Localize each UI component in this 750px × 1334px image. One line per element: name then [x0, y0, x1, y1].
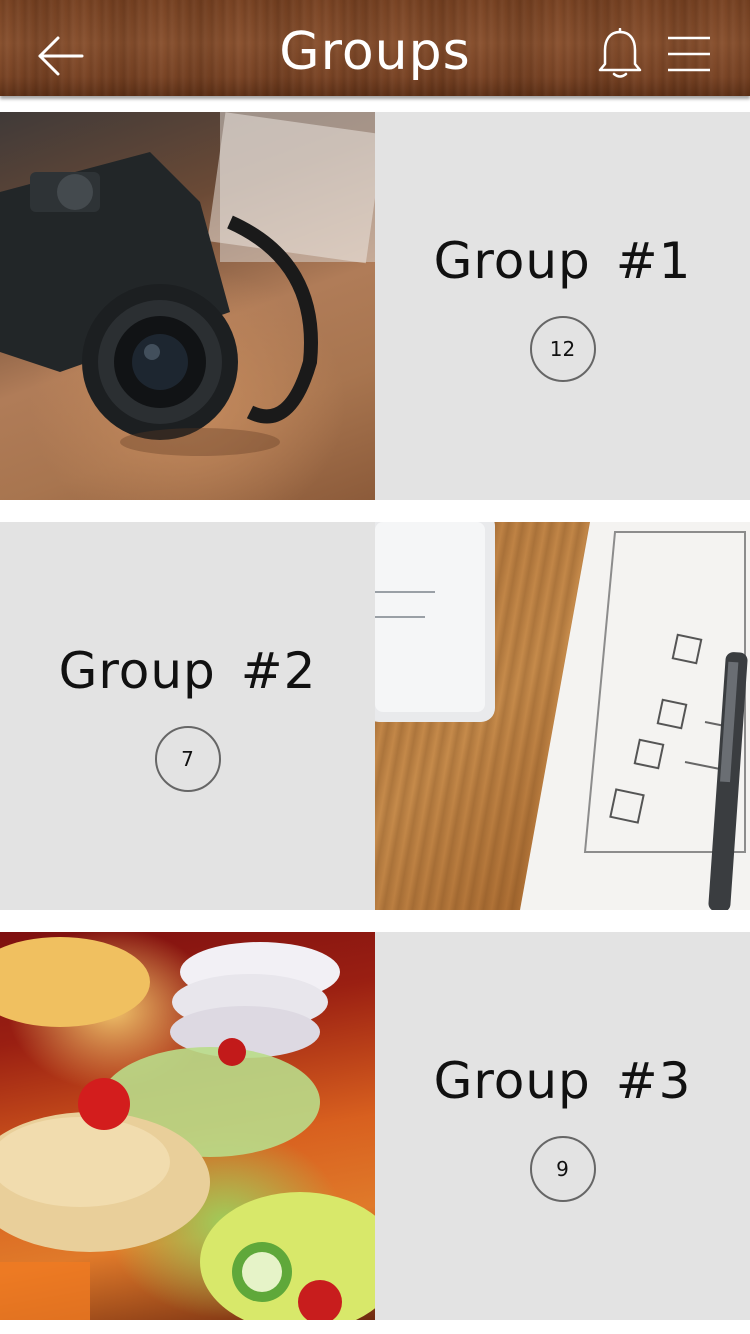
group-photo-camera[interactable] — [0, 112, 375, 500]
app-header: Groups — [0, 0, 750, 96]
hamburger-menu-icon — [668, 36, 710, 72]
group-row: Group #1 12 — [0, 112, 750, 500]
menu-button[interactable] — [664, 34, 712, 74]
camera-photo — [0, 112, 375, 456]
member-count-badge: 9 — [529, 1136, 596, 1202]
sketch-photo — [375, 522, 750, 910]
group-name: Group #3 — [433, 1052, 692, 1110]
group-card-2[interactable]: Group #2 7 — [0, 522, 375, 910]
group-photo-sketch[interactable] — [375, 522, 750, 910]
group-name: Group #1 — [433, 232, 692, 290]
member-count-badge: 12 — [529, 316, 596, 382]
group-row: Group #2 7 — [0, 522, 750, 910]
notifications-button[interactable] — [596, 27, 644, 80]
bell-icon — [598, 27, 642, 78]
salad-photo — [0, 937, 375, 1320]
group-row: Group #3 9 — [0, 932, 750, 1320]
group-card-1[interactable]: Group #1 12 — [375, 112, 750, 500]
member-count-badge: 7 — [154, 726, 221, 792]
group-card-3[interactable]: Group #3 9 — [375, 932, 750, 1320]
group-photo-salad[interactable] — [0, 932, 375, 1320]
group-name: Group #2 — [58, 642, 317, 700]
